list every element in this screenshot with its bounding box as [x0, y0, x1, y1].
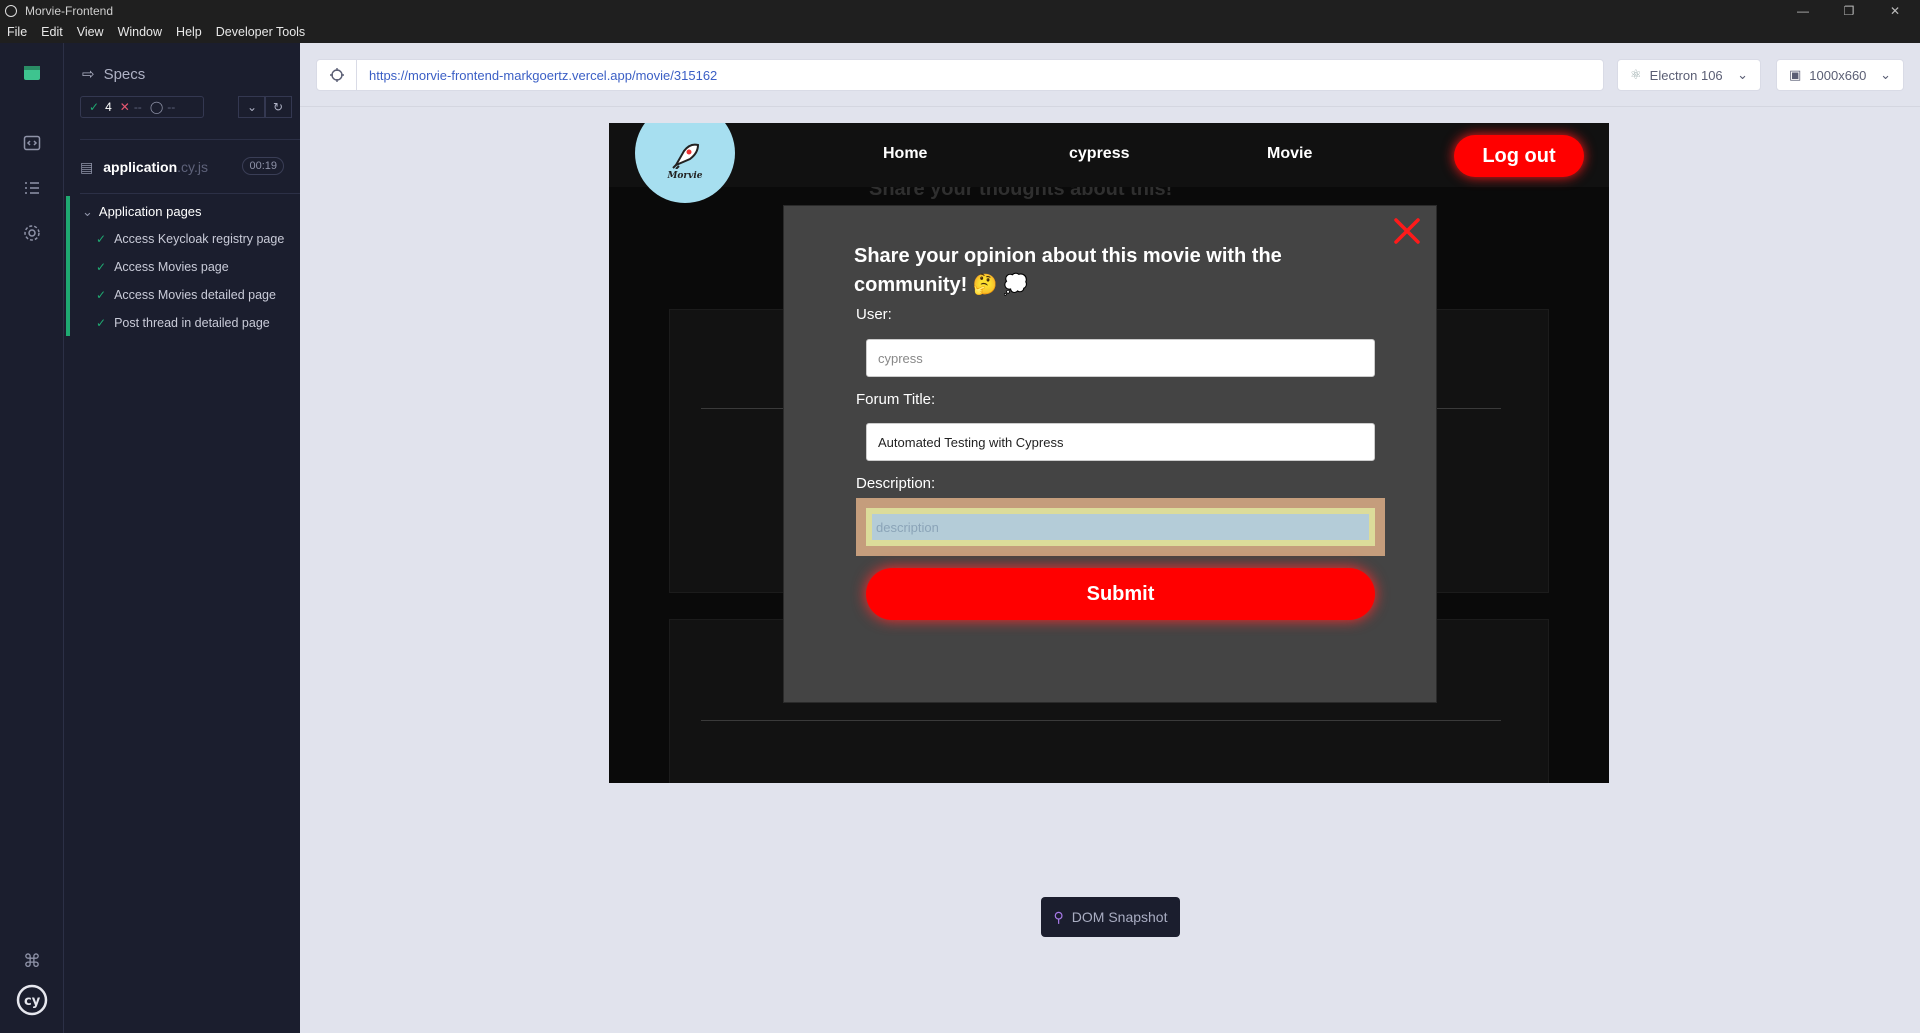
spec-duration: 00:19: [242, 157, 284, 175]
menu-help[interactable]: Help: [169, 25, 209, 39]
description-label: Description:: [856, 475, 936, 492]
restore-icon[interactable]: ❐: [1826, 0, 1872, 21]
pass-check-icon: ✓: [96, 316, 107, 330]
test-item[interactable]: ✓ Access Movies page: [96, 260, 229, 274]
failed-x-icon: ✕: [119, 100, 130, 114]
navigation-rail: ⌘ cy: [0, 43, 64, 1033]
pass-check-icon: ✓: [96, 288, 107, 302]
menu-developer-tools[interactable]: Developer Tools: [209, 25, 312, 39]
submit-button[interactable]: Submit: [866, 568, 1375, 620]
user-input[interactable]: cypress: [866, 339, 1375, 377]
description-highlight: description: [856, 498, 1385, 556]
menu-file[interactable]: File: [0, 25, 34, 39]
test-item[interactable]: ✓ Post thread in detailed page: [96, 316, 270, 330]
url-text: https://morvie-frontend-markgoertz.verce…: [369, 67, 718, 83]
file-icon: ▤: [80, 158, 94, 175]
failed-count: --: [133, 100, 142, 114]
pass-check-icon: ✓: [96, 260, 107, 274]
selector-playground-icon[interactable]: [317, 60, 357, 90]
modal-title: Share your opinion about this movie with…: [854, 245, 1282, 296]
menu-edit[interactable]: Edit: [34, 25, 70, 39]
divider: [80, 139, 300, 140]
window-title-bar: Morvie-Frontend — ❐ ✕: [0, 0, 1920, 21]
suite-title: ⌄ Application pages: [82, 204, 202, 219]
minimize-icon[interactable]: —: [1780, 0, 1826, 21]
test-item[interactable]: ✓ Access Keycloak registry page: [96, 232, 284, 246]
test-stats: ✓ 4 ✕ -- ◯ --: [80, 96, 204, 118]
menu-window[interactable]: Window: [111, 25, 169, 39]
app-navbar: Morvie Home cypress Movie Log out: [609, 123, 1609, 203]
test-suite[interactable]: ⌄ Application pages ✓ Access Keycloak regi…: [66, 196, 300, 336]
nav-user-link[interactable]: cypress: [1069, 145, 1130, 163]
divider: [300, 106, 1920, 107]
description-padding: description: [866, 508, 1375, 546]
url-bar[interactable]: https://morvie-frontend-markgoertz.verce…: [316, 59, 1604, 91]
morvie-logo[interactable]: Morvie: [635, 123, 735, 203]
settings-gear-icon[interactable]: [0, 213, 64, 253]
nav-movie-link[interactable]: Movie: [1267, 145, 1312, 163]
app-viewport: Share your thoughts about this! Morvie H…: [609, 123, 1609, 783]
menu-bar: File Edit View Window Help Developer Too…: [0, 21, 1920, 43]
specs-nav-icon[interactable]: [0, 53, 64, 93]
chevron-down-icon[interactable]: ⌄: [238, 96, 266, 118]
window-title: Morvie-Frontend: [25, 3, 114, 18]
viewport-size-selector[interactable]: ▣ 1000x660 ⌄: [1776, 59, 1904, 91]
specs-title: Specs: [103, 65, 146, 83]
specs-header[interactable]: ⇨ Specs: [82, 65, 146, 84]
forum-title-input[interactable]: Automated Testing with Cypress: [866, 423, 1375, 461]
pending-icon: ◯: [149, 100, 164, 114]
debug-nav-icon[interactable]: [0, 168, 64, 208]
spec-file-name: application.cy.js: [103, 159, 208, 175]
rerun-icon[interactable]: ↻: [264, 96, 292, 118]
svg-text:cy: cy: [24, 994, 41, 1009]
electron-icon: ⚛: [1630, 67, 1642, 82]
spec-file-row[interactable]: ▤ application.cy.js 00:19: [80, 156, 284, 178]
pass-check-icon: ✓: [96, 232, 107, 246]
logout-button[interactable]: Log out: [1454, 135, 1584, 177]
dom-snapshot-badge[interactable]: ⚲ DOM Snapshot: [1041, 897, 1180, 937]
chevron-down-icon: ⌄: [1737, 67, 1748, 82]
keyboard-shortcuts-icon[interactable]: ⌘: [0, 941, 64, 981]
close-icon[interactable]: [1392, 216, 1422, 246]
pending-count: --: [167, 100, 176, 114]
cypress-logo-icon[interactable]: cy: [0, 980, 64, 1020]
passed-count: 4: [105, 100, 112, 114]
user-label: User:: [856, 306, 892, 323]
close-window-icon[interactable]: ✕: [1872, 0, 1918, 21]
description-input[interactable]: description: [872, 514, 1369, 540]
pin-icon: ⚲: [1053, 908, 1064, 925]
divider: [701, 720, 1501, 721]
rocket-icon: [672, 143, 700, 169]
nav-home-link[interactable]: Home: [883, 145, 927, 163]
specs-list-icon: ⇨: [82, 66, 95, 83]
app-icon: [5, 4, 17, 17]
divider: [80, 193, 300, 194]
test-item[interactable]: ✓ Access Movies detailed page: [96, 288, 276, 302]
opinion-modal: Share your opinion about this movie with…: [783, 205, 1437, 703]
chevron-down-icon: ⌄: [1880, 67, 1891, 82]
forum-title-label: Forum Title:: [856, 391, 936, 408]
runs-nav-icon[interactable]: [0, 123, 64, 163]
specs-panel: ⇨ Specs ✓ 4 ✕ -- ◯ -- ⌄ ↻ ▤ application.…: [64, 43, 300, 1033]
browser-selector[interactable]: ⚛ Electron 106 ⌄: [1617, 59, 1761, 91]
passed-check-icon: ✓: [89, 100, 100, 114]
viewport-icon: ▣: [1789, 67, 1802, 82]
menu-view[interactable]: View: [70, 25, 111, 39]
